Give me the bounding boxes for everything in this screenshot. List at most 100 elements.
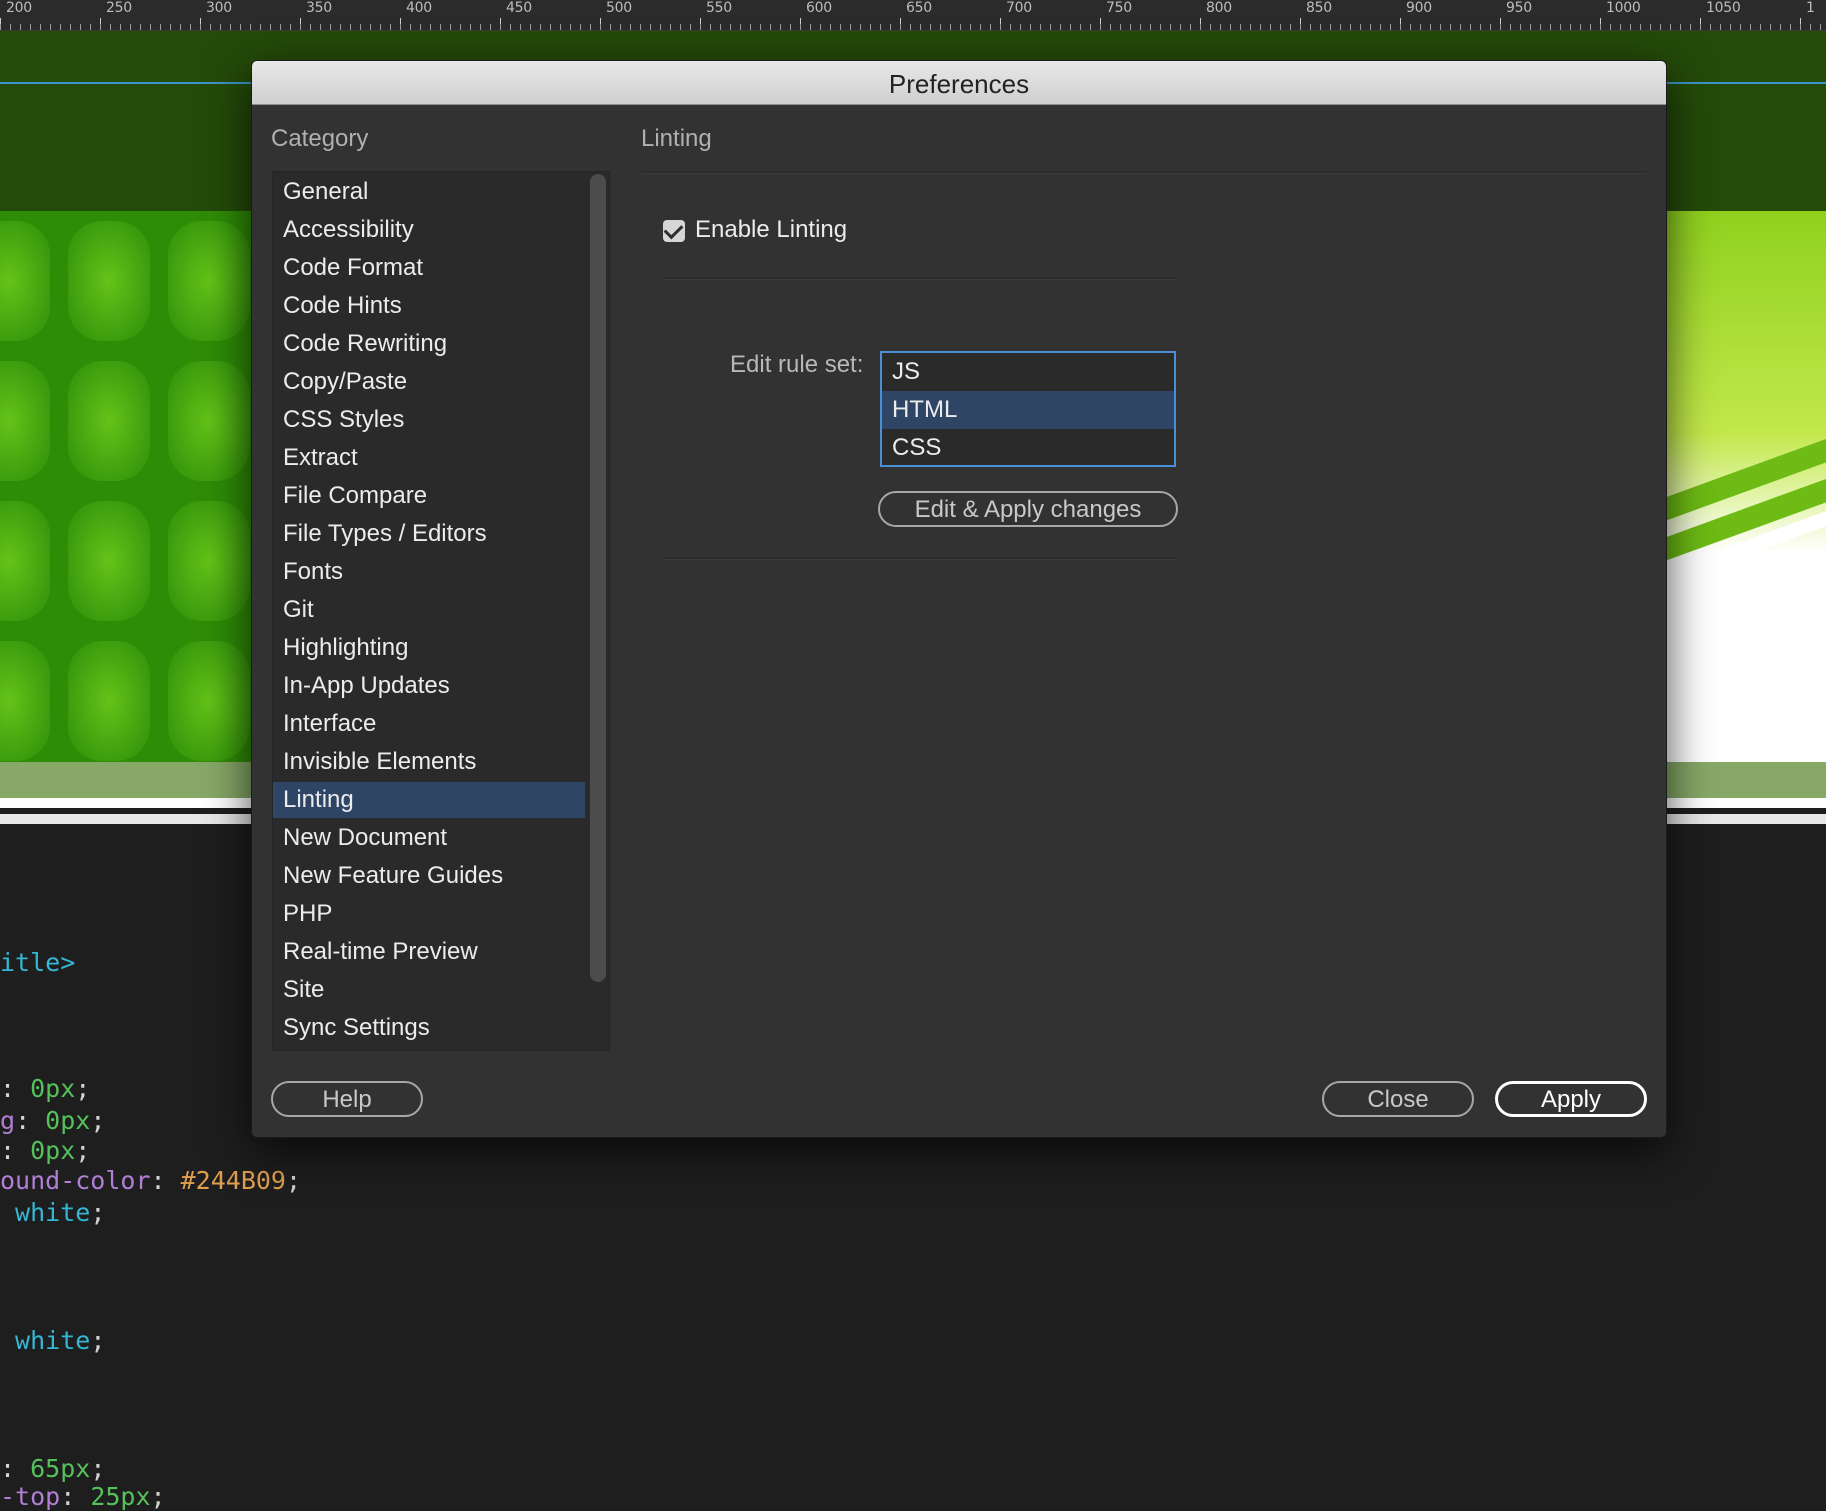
category-item-extract[interactable]: Extract	[273, 440, 585, 476]
code-token: :	[0, 1136, 31, 1165]
category-item-php[interactable]: PHP	[273, 896, 585, 932]
ruler-label: 350	[306, 0, 332, 16]
ruler-ticks	[0, 18, 1826, 30]
code-token: :	[150, 1166, 181, 1195]
enable-linting-checkbox[interactable]	[663, 219, 685, 242]
rule-set-label: Edit rule set:	[730, 351, 864, 378]
hero-tile	[68, 361, 150, 481]
category-item-real-time-preview[interactable]: Real-time Preview	[273, 934, 585, 970]
rule-set-item-css[interactable]: CSS	[882, 429, 1174, 465]
code-line: ound-color: #244B09;	[0, 1166, 301, 1195]
code-token: ;	[285, 1166, 302, 1195]
code-token: :	[15, 1106, 46, 1135]
dialog-titlebar[interactable]: Preferences	[252, 61, 1666, 105]
hero-tile	[168, 641, 250, 761]
code-token: g	[0, 1106, 16, 1135]
code-line: itle>	[0, 948, 75, 977]
category-item-accessibility[interactable]: Accessibility	[273, 212, 585, 248]
help-button[interactable]: Help	[271, 1081, 423, 1117]
code-token: 25px	[90, 1482, 151, 1511]
panel-divider	[641, 171, 1646, 174]
code-token: white	[0, 1198, 91, 1227]
category-item-git[interactable]: Git	[273, 592, 585, 628]
ruler-label: 750	[1106, 0, 1132, 16]
ruler-label: 500	[606, 0, 632, 16]
category-item-file-compare[interactable]: File Compare	[273, 478, 585, 514]
category-item-css-styles[interactable]: CSS Styles	[273, 402, 585, 438]
horizontal-ruler: 200 250 300 350 400 450 500 550 600 650 700 750 800 8…	[0, 0, 1826, 31]
code-token: itle>	[0, 948, 76, 977]
edit-apply-changes-button[interactable]: Edit & Apply changes	[878, 491, 1178, 527]
category-scrollbar[interactable]	[587, 172, 609, 1050]
ruler-label: 650	[906, 0, 932, 16]
category-item-linting[interactable]: Linting	[273, 782, 585, 818]
code-token: ;	[90, 1198, 106, 1227]
category-item-in-app-updates[interactable]: In-App Updates	[273, 668, 585, 704]
category-item-code-hints[interactable]: Code Hints	[273, 288, 585, 324]
hero-tile	[0, 501, 50, 621]
code-token: :	[0, 1454, 31, 1483]
category-item-copy-paste[interactable]: Copy/Paste	[273, 364, 585, 400]
code-line: : 0px;	[0, 1136, 90, 1165]
category-item-highlighting[interactable]: Highlighting	[273, 630, 585, 666]
category-item-sync-settings[interactable]: Sync Settings	[273, 1010, 585, 1046]
code-token: 65px	[30, 1454, 91, 1483]
code-token: :	[0, 1074, 31, 1103]
ruler-label: 600	[806, 0, 832, 16]
category-item-code-format[interactable]: Code Format	[273, 250, 585, 286]
code-token: :	[60, 1482, 91, 1511]
hero-tile	[168, 361, 250, 481]
ruler-label: 1000	[1606, 0, 1641, 16]
hero-tile	[68, 501, 150, 621]
code-line: white;	[0, 1326, 105, 1355]
ruler-label: 850	[1306, 0, 1332, 16]
category-item-code-rewriting[interactable]: Code Rewriting	[273, 326, 585, 362]
category-item-fonts[interactable]: Fonts	[273, 554, 585, 590]
code-token: ;	[75, 1136, 91, 1165]
ruler-label: 300	[206, 0, 232, 16]
rule-set-list[interactable]: JS HTML CSS	[880, 351, 1176, 467]
code-token: white	[0, 1326, 91, 1355]
category-item-new-document[interactable]: New Document	[273, 820, 585, 856]
code-line: : 65px;	[0, 1454, 105, 1483]
category-item-invisible-elements[interactable]: Invisible Elements	[273, 744, 585, 780]
ruler-label: 1050	[1706, 0, 1741, 16]
ruler-label: 250	[106, 0, 132, 16]
close-button[interactable]: Close	[1322, 1081, 1474, 1117]
category-item-general[interactable]: General	[273, 174, 585, 210]
ruler-label: 450	[506, 0, 532, 16]
ruler-label: 800	[1206, 0, 1232, 16]
apply-button[interactable]: Apply	[1495, 1081, 1647, 1117]
hero-tile	[168, 221, 250, 341]
category-scrollbar-thumb[interactable]	[590, 174, 606, 982]
category-item-file-types-editors[interactable]: File Types / Editors	[273, 516, 585, 552]
section-divider	[662, 557, 1176, 560]
code-token: -top	[0, 1482, 61, 1511]
code-token: 0px	[30, 1074, 76, 1103]
ruler-label: 400	[406, 0, 432, 16]
dialog-title: Preferences	[888, 69, 1030, 99]
code-line: -top: 25px;	[0, 1482, 166, 1511]
preferences-dialog: Preferences Category Linting General Acce…	[251, 60, 1667, 1138]
category-item-interface[interactable]: Interface	[273, 706, 585, 742]
category-heading: Category	[271, 125, 369, 152]
code-token: ;	[90, 1454, 106, 1483]
ruler-label: 900	[1406, 0, 1432, 16]
code-token: ;	[150, 1482, 166, 1511]
hero-tile	[0, 641, 50, 761]
category-item-site[interactable]: Site	[273, 972, 585, 1008]
category-item-new-feature-guides[interactable]: New Feature Guides	[273, 858, 585, 894]
code-line: : 0px;	[0, 1074, 90, 1103]
code-token: #244B09	[180, 1166, 286, 1195]
rule-set-item-html[interactable]: HTML	[882, 391, 1174, 429]
checkmark-icon	[663, 219, 684, 240]
panel-heading: Linting	[641, 125, 712, 152]
code-token: ;	[90, 1326, 106, 1355]
code-token: 0px	[45, 1106, 91, 1135]
hero-tile	[68, 641, 150, 761]
hero-tile	[168, 501, 250, 621]
enable-linting-label: Enable Linting	[695, 216, 848, 243]
rule-set-item-js[interactable]: JS	[882, 353, 1174, 391]
hero-tile	[68, 221, 150, 341]
category-list[interactable]: General Accessibility Code Format Code Hint…	[272, 171, 610, 1051]
